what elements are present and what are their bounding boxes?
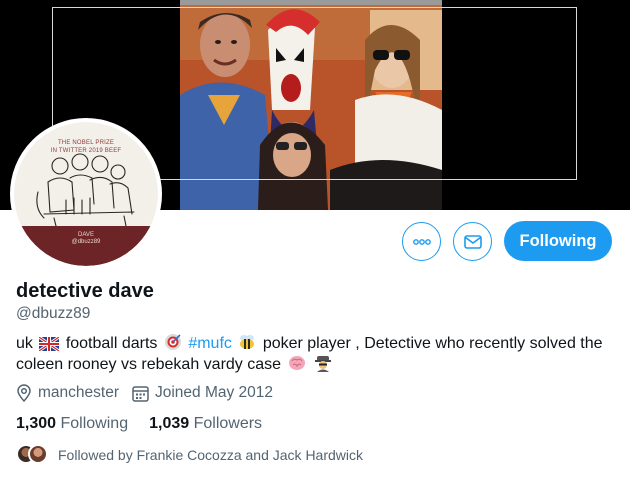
location-pin-icon bbox=[17, 384, 31, 402]
user-handle: @dbuzz89 bbox=[16, 305, 91, 322]
uk-flag-icon bbox=[39, 337, 60, 351]
profile-meta: manchester Joined May 2012 bbox=[16, 384, 286, 402]
more-icon bbox=[412, 238, 431, 245]
bio-hashtag-link[interactable]: #mufc bbox=[188, 335, 232, 352]
joined-date-text: Joined May 2012 bbox=[154, 384, 274, 401]
location-item: manchester bbox=[16, 384, 119, 402]
message-button[interactable] bbox=[453, 222, 492, 261]
followers-label: Followers bbox=[193, 415, 263, 432]
banner-photo bbox=[180, 0, 442, 210]
dart-target-icon bbox=[164, 334, 181, 350]
more-button[interactable] bbox=[402, 222, 441, 261]
envelope-icon bbox=[463, 234, 482, 249]
profile-avatar[interactable]: THE NOBEL PRIZE IN TWITTER 2019 BEEF DAV… bbox=[10, 118, 162, 270]
followers-count: 1,039 bbox=[149, 415, 190, 432]
following-stat-link[interactable]: 1,300 Following bbox=[16, 415, 128, 433]
detective-icon bbox=[314, 356, 331, 372]
following-count: 1,300 bbox=[16, 415, 57, 432]
brain-icon bbox=[288, 356, 305, 370]
avatar-image: THE NOBEL PRIZE IN TWITTER 2019 BEEF DAV… bbox=[14, 122, 158, 266]
avatar bbox=[28, 444, 48, 464]
avatar-band-caption: DAVE @dbuzz89 bbox=[71, 232, 101, 245]
followed-by-text: Followed by Frankie Cocozza and Jack Har… bbox=[58, 447, 364, 463]
banner-collage-illustration bbox=[180, 0, 442, 210]
bio-text-uk: uk bbox=[16, 335, 33, 352]
followers-you-know-avatars bbox=[16, 444, 50, 466]
bee-icon bbox=[240, 335, 255, 349]
calendar-icon bbox=[132, 385, 149, 402]
joined-item: Joined May 2012 bbox=[132, 384, 273, 402]
profile-bio: uk football darts #mufc poker player , D… bbox=[16, 333, 616, 375]
following-button[interactable]: Following bbox=[504, 221, 612, 261]
follow-stats: 1,300 Following 1,039 Followers bbox=[16, 415, 283, 433]
following-label: Following bbox=[60, 415, 129, 432]
bio-text-sports: football darts bbox=[65, 335, 158, 352]
location-text: manchester bbox=[38, 384, 119, 401]
followers-stat-link[interactable]: 1,039 Followers bbox=[149, 415, 262, 433]
followed-by-link[interactable]: Followed by Frankie Cocozza and Jack Har… bbox=[16, 444, 363, 466]
display-name: detective dave bbox=[16, 280, 154, 302]
banner-top-edge bbox=[180, 0, 442, 5]
